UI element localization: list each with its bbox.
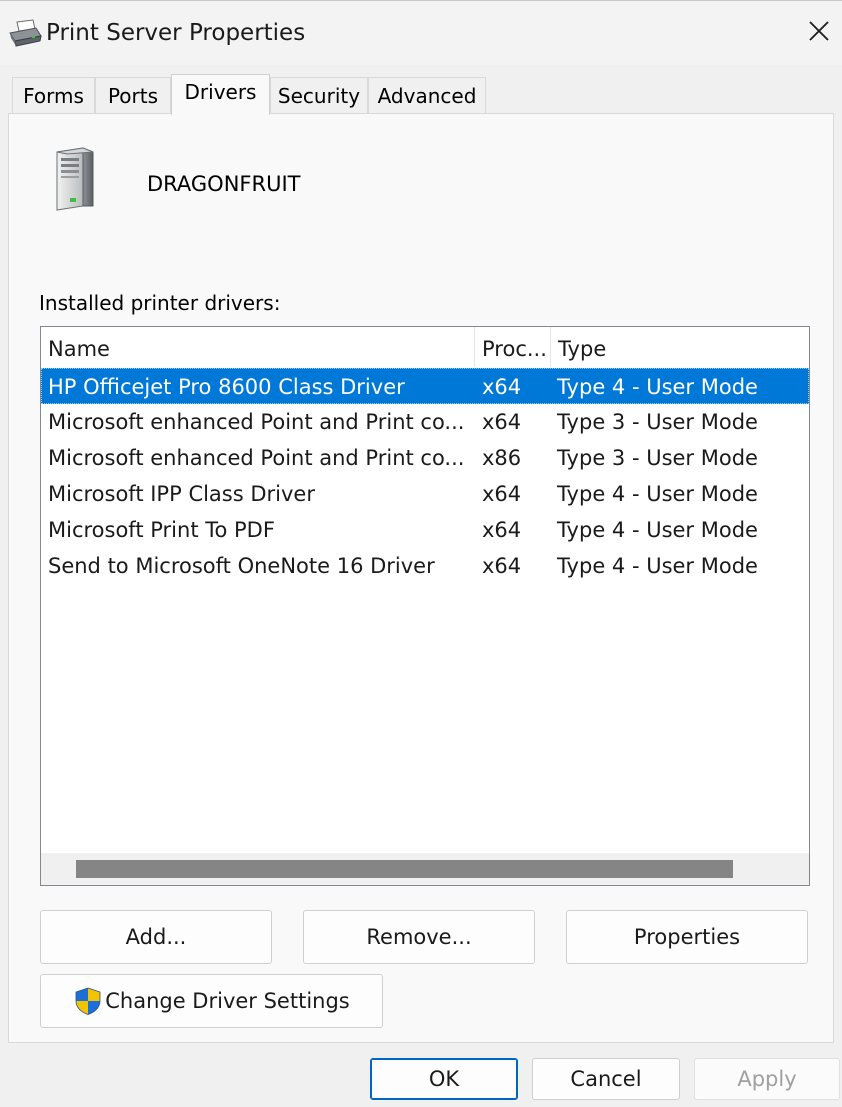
cell-type: Type 4 - User Mode xyxy=(557,375,758,399)
ok-button[interactable]: OK xyxy=(370,1058,518,1100)
remove-button[interactable]: Remove... xyxy=(303,910,535,964)
table-row[interactable]: Microsoft IPP Class Driver x64 Type 4 - … xyxy=(41,476,809,512)
tab-label: Ports xyxy=(107,84,159,108)
drivers-tab-panel: DRAGONFRUIT Installed printer drivers: N… xyxy=(8,113,834,1043)
tab-label: Security xyxy=(277,84,361,108)
scrollbar-thumb[interactable] xyxy=(76,860,733,878)
list-rows: HP Officejet Pro 8600 Class Driver x64 T… xyxy=(41,368,809,584)
cell-processor: x64 xyxy=(482,410,522,434)
tab-forms[interactable]: Forms xyxy=(12,77,95,114)
column-label: Type xyxy=(558,337,607,361)
properties-button-label: Properties xyxy=(633,925,741,949)
apply-button-label: Apply xyxy=(737,1067,797,1091)
server-tower-icon xyxy=(53,144,97,212)
cell-processor: x64 xyxy=(482,375,522,399)
column-header-name[interactable]: Name xyxy=(41,327,475,367)
horizontal-scrollbar[interactable] xyxy=(41,853,809,885)
cell-type: Type 4 - User Mode xyxy=(557,518,758,542)
table-row[interactable]: Send to Microsoft OneNote 16 Driver x64 … xyxy=(41,548,809,584)
cell-type: Type 4 - User Mode xyxy=(557,482,758,506)
cell-name: Microsoft IPP Class Driver xyxy=(48,482,315,506)
printer-icon xyxy=(8,19,42,47)
table-row[interactable]: HP Officejet Pro 8600 Class Driver x64 T… xyxy=(41,368,809,404)
tab-label: Forms xyxy=(23,84,84,108)
cell-type: Type 3 - User Mode xyxy=(557,446,758,470)
change-driver-settings-label: Change Driver Settings xyxy=(105,989,350,1013)
cell-name: Microsoft enhanced Point and Print co... xyxy=(48,446,465,470)
tab-ports[interactable]: Ports xyxy=(95,77,171,114)
cell-processor: x86 xyxy=(482,446,522,470)
column-label: Proc... xyxy=(482,337,547,361)
add-button-label: Add... xyxy=(125,925,187,949)
close-icon xyxy=(808,20,830,46)
table-row[interactable]: Microsoft Print To PDF x64 Type 4 - User… xyxy=(41,512,809,548)
drivers-list[interactable]: Name Proc... Type HP Officejet Pro 8600 … xyxy=(40,326,810,886)
cell-processor: x64 xyxy=(482,482,522,506)
cell-name: Microsoft enhanced Point and Print co... xyxy=(48,410,465,434)
print-server-properties-dialog: Print Server Properties Forms Ports Driv… xyxy=(0,0,842,1107)
cancel-button-label: Cancel xyxy=(570,1067,642,1091)
remove-button-label: Remove... xyxy=(366,925,472,949)
installed-drivers-label: Installed printer drivers: xyxy=(39,291,281,315)
cancel-button[interactable]: Cancel xyxy=(532,1058,680,1100)
table-row[interactable]: Microsoft enhanced Point and Print co...… xyxy=(41,404,809,440)
column-label: Name xyxy=(48,337,110,361)
tab-drivers[interactable]: Drivers xyxy=(171,74,270,115)
apply-button[interactable]: Apply xyxy=(694,1058,840,1100)
column-header-processor[interactable]: Proc... xyxy=(475,327,551,367)
ok-button-label: OK xyxy=(428,1067,460,1091)
cell-type: Type 4 - User Mode xyxy=(557,554,758,578)
add-button[interactable]: Add... xyxy=(40,910,272,964)
tab-label: Drivers xyxy=(184,80,257,104)
cell-processor: x64 xyxy=(482,518,522,542)
window-title: Print Server Properties xyxy=(46,20,306,46)
cell-name: Microsoft Print To PDF xyxy=(48,518,275,542)
tab-label: Advanced xyxy=(377,84,477,108)
close-button[interactable] xyxy=(796,9,842,57)
change-driver-settings-button[interactable]: Change Driver Settings xyxy=(40,974,383,1028)
properties-button[interactable]: Properties xyxy=(566,910,808,964)
uac-shield-icon xyxy=(73,986,103,1016)
tab-security[interactable]: Security xyxy=(270,77,368,114)
cell-name: Send to Microsoft OneNote 16 Driver xyxy=(48,554,435,578)
cell-type: Type 3 - User Mode xyxy=(557,410,758,434)
table-row[interactable]: Microsoft enhanced Point and Print co...… xyxy=(41,440,809,476)
server-name: DRAGONFRUIT xyxy=(147,172,301,196)
cell-name: HP Officejet Pro 8600 Class Driver xyxy=(48,375,405,399)
title-bar: Print Server Properties xyxy=(0,1,842,65)
column-header-type[interactable]: Type xyxy=(551,327,809,367)
tab-advanced[interactable]: Advanced xyxy=(368,77,486,114)
cell-processor: x64 xyxy=(482,554,522,578)
list-header: Name Proc... Type xyxy=(41,327,809,367)
